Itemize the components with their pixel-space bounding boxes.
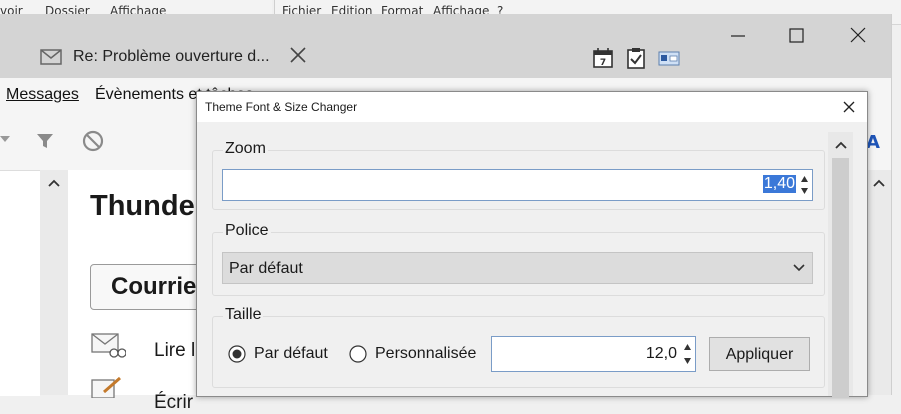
content-scrollbar[interactable] xyxy=(866,170,891,395)
menu-messages[interactable]: Messages xyxy=(6,86,79,104)
zoom-input[interactable]: 1,40 xyxy=(222,169,813,201)
calendar-icon[interactable]: 7 xyxy=(592,47,614,69)
folder-pane xyxy=(0,170,40,396)
scrollbar-thumb[interactable] xyxy=(832,158,849,398)
close-tab-icon[interactable] xyxy=(288,45,308,65)
folder-pane-scrollbar[interactable] xyxy=(40,170,68,395)
size-legend: Taille xyxy=(223,306,264,324)
envelope-icon xyxy=(40,49,62,65)
chat-icon[interactable] xyxy=(658,47,680,69)
minimize-icon[interactable] xyxy=(724,24,752,48)
radio-default[interactable] xyxy=(228,345,246,363)
chevron-down-icon[interactable] xyxy=(0,134,12,144)
compose-link[interactable]: Écrir xyxy=(154,392,193,414)
message-tab[interactable]: Re: Problème ouverture d... xyxy=(29,36,319,78)
scroll-up-icon[interactable] xyxy=(834,140,848,150)
dialog-title-bar: Theme Font & Size Changer xyxy=(197,92,867,122)
chevron-down-icon xyxy=(793,264,805,272)
zoom-group: Zoom 1,40 xyxy=(212,140,825,210)
maximize-icon[interactable] xyxy=(782,24,810,48)
svg-text:A: A xyxy=(866,132,880,152)
radio-custom[interactable] xyxy=(349,345,367,363)
apply-button-label: Appliquer xyxy=(725,346,794,363)
radio-default-label[interactable]: Par défaut xyxy=(254,345,328,363)
size-value: 12,0 xyxy=(645,345,677,362)
zoom-legend: Zoom xyxy=(223,140,268,158)
radio-custom-label[interactable]: Personnalisée xyxy=(375,345,476,363)
addon-icon[interactable]: A xyxy=(866,130,882,152)
dialog-scrollbar[interactable] xyxy=(828,132,853,398)
close-dialog-icon[interactable] xyxy=(840,98,858,116)
read-mail-icon xyxy=(91,333,126,358)
close-window-icon[interactable] xyxy=(844,24,872,48)
font-legend: Police xyxy=(223,222,271,240)
size-group: Taille Par défaut Personnalisée 12,0 App… xyxy=(212,306,825,388)
apply-button[interactable]: Appliquer xyxy=(709,337,810,371)
zoom-value: 1,40 xyxy=(762,175,796,193)
tab-title: Re: Problème ouverture d... xyxy=(73,48,270,65)
read-mail-link[interactable]: Lire l xyxy=(154,340,195,362)
mail-button-label: Courrie xyxy=(111,273,197,300)
size-spinner-icon[interactable] xyxy=(681,338,694,370)
size-input[interactable]: 12,0 xyxy=(491,336,696,372)
dialog-title: Theme Font & Size Changer xyxy=(205,100,358,114)
font-select[interactable]: Par défaut xyxy=(222,252,813,284)
font-group: Police Par défaut xyxy=(212,222,825,296)
theme-font-size-dialog: Theme Font & Size Changer Zoom 1,40 Poli… xyxy=(196,91,868,398)
font-selected: Par défaut xyxy=(229,260,303,277)
scroll-up-icon[interactable] xyxy=(872,178,886,188)
zoom-spinner-icon[interactable] xyxy=(798,171,811,199)
svg-text:7: 7 xyxy=(600,58,606,68)
title-bar: Re: Problème ouverture d... 7 xyxy=(0,14,891,78)
scroll-up-icon[interactable] xyxy=(47,178,61,188)
block-icon[interactable] xyxy=(82,130,104,152)
tasks-icon[interactable] xyxy=(625,47,647,69)
filter-icon[interactable] xyxy=(36,132,54,150)
page-title: Thunde xyxy=(90,190,195,222)
